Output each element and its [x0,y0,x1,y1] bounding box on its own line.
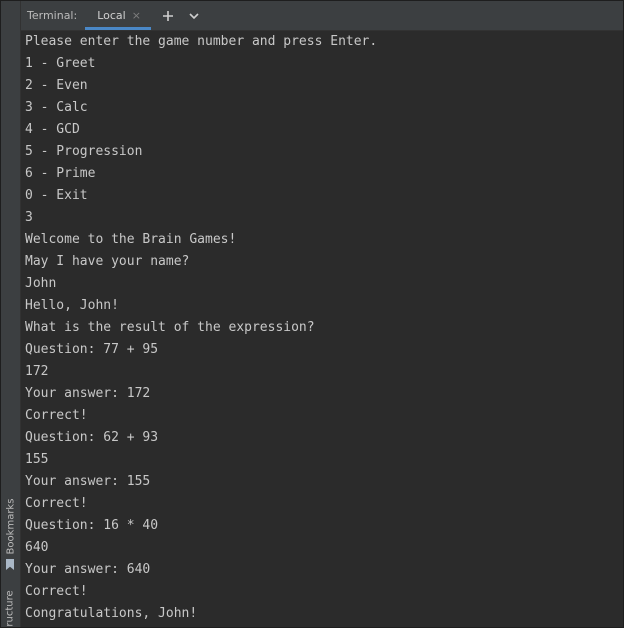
bookmarks-side-tab-label: Bookmarks [5,498,16,554]
tab-dropdown-button[interactable] [185,7,203,25]
terminal-line: Welcome to the Brain Games! [25,232,237,247]
structure-side-tab-label: ructure [5,589,16,627]
terminal-line: 1 - Greet [25,56,96,71]
tab-local[interactable]: Local × [85,1,151,30]
terminal-line: Congratulations, John! [25,606,198,621]
bookmarks-side-tab[interactable]: Bookmarks [1,495,20,557]
terminal-window: Bookmarks ructure Terminal: Local × Plea… [0,0,624,628]
terminal-header: Terminal: Local × [21,1,623,31]
terminal-line: Question: 16 * 40 [25,518,159,533]
plus-icon [162,10,173,21]
left-tool-strip: Bookmarks ructure [1,1,21,627]
terminal-line: Your answer: 155 [25,474,151,489]
terminal-line: 640 [25,540,49,555]
terminal-line: 155 [25,452,49,467]
terminal-line: Hello, John! [25,298,119,313]
new-tab-button[interactable] [159,7,177,25]
terminal-line: Question: 62 + 93 [25,430,159,445]
terminal-line: Your answer: 172 [25,386,151,401]
terminal-line: Question: 77 + 95 [25,342,159,357]
terminal-line: 2 - Even [25,78,88,93]
terminal-line: 3 - Calc [25,100,88,115]
terminal-line: 0 - Exit [25,188,88,203]
terminal-line: John [25,276,57,291]
terminal-line: May I have your name? [25,254,190,269]
terminal-line: Correct! [25,584,88,599]
chevron-down-icon [189,12,199,19]
bookmark-icon[interactable] [6,559,14,570]
structure-side-tab[interactable]: ructure [1,587,20,627]
terminal-title: Terminal: [27,9,78,22]
terminal-line: Correct! [25,496,88,511]
tab-local-label: Local [97,9,126,22]
terminal-line: Your answer: 640 [25,562,151,577]
terminal-line: 172 [25,364,49,379]
terminal-line: 4 - GCD [25,122,80,137]
terminal-line: 3 [25,210,33,225]
terminal-line: Please enter the game number and press E… [25,34,378,49]
terminal-output[interactable]: Please enter the game number and press E… [25,31,619,627]
terminal-line: 5 - Progression [25,144,143,159]
close-icon[interactable]: × [132,9,141,22]
terminal-line: 6 - Prime [25,166,96,181]
terminal-line: What is the result of the expression? [25,320,315,335]
terminal-line: Correct! [25,408,88,423]
